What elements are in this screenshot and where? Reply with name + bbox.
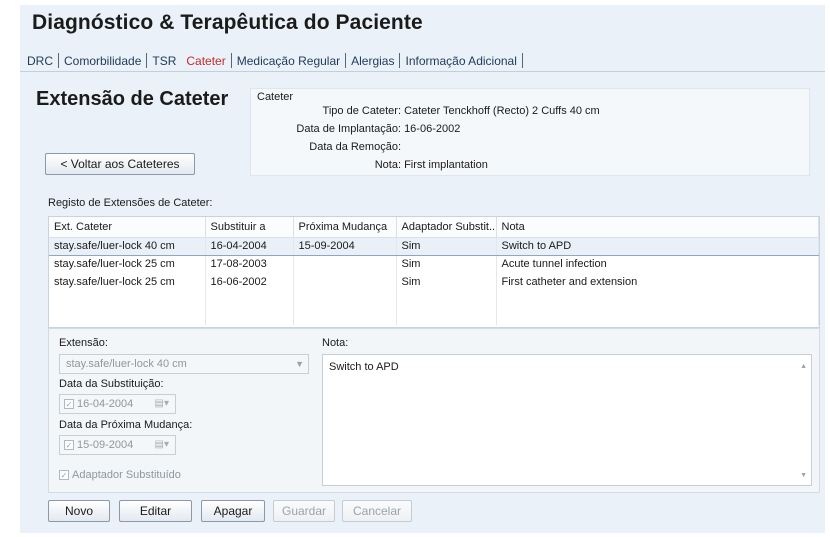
note-label: Nota: bbox=[322, 337, 349, 349]
table-cell bbox=[496, 291, 819, 325]
table-header: Ext. Cateter Substituir a Próxima Mudanç… bbox=[49, 217, 819, 238]
extension-label: Extensão: bbox=[59, 337, 108, 349]
note-textarea[interactable]: Switch to APD ▲ ▼ bbox=[322, 354, 812, 486]
table-cell: 16-04-2004 bbox=[205, 236, 294, 256]
column-header[interactable]: Adaptador Substit... bbox=[396, 217, 497, 238]
table-row[interactable]: stay.safe/luer-lock 25 cm 16-06-2002 Sim… bbox=[49, 273, 819, 291]
table-cell: Sim bbox=[396, 273, 497, 291]
table-cell: Sim bbox=[396, 255, 497, 273]
table-cell bbox=[205, 291, 294, 325]
table-cell: Sim bbox=[396, 236, 497, 256]
note-text: Switch to APD bbox=[329, 361, 399, 373]
adapter-replaced-checkbox[interactable]: ✓ Adaptador Substituído bbox=[59, 469, 181, 481]
table-row[interactable]: stay.safe/luer-lock 25 cm 17-08-2003 Sim… bbox=[49, 255, 819, 273]
next-change-date-value: 15-09-2004 bbox=[77, 439, 134, 451]
extension-select-value: stay.safe/luer-lock 40 cm bbox=[66, 358, 187, 370]
removal-date-label: Data da Remoção: bbox=[309, 141, 401, 153]
table-cell: 16-06-2002 bbox=[205, 273, 294, 291]
tab-comorbilidade[interactable]: Comorbilidade bbox=[59, 53, 146, 69]
removal-date-row: Data da Remoção: bbox=[251, 141, 401, 153]
implant-date-label: Data de Implantação: bbox=[296, 123, 401, 135]
tab-cateter[interactable]: Cateter bbox=[181, 53, 230, 69]
checkbox-icon[interactable]: ✓ bbox=[64, 440, 74, 451]
table-cell: stay.safe/luer-lock 25 cm bbox=[49, 255, 206, 273]
calendar-dropdown-icon[interactable]: ▤▾ bbox=[155, 436, 169, 454]
column-header[interactable]: Nota bbox=[496, 217, 819, 238]
calendar-dropdown-icon[interactable]: ▤▾ bbox=[155, 395, 169, 413]
catheter-note-value: First implantation bbox=[404, 159, 488, 171]
table-cell: Switch to APD bbox=[496, 236, 819, 256]
table-cell bbox=[293, 255, 397, 273]
tab-drc[interactable]: DRC bbox=[22, 53, 58, 69]
column-header[interactable]: Substituir a bbox=[205, 217, 294, 238]
table-cell bbox=[396, 291, 497, 325]
table-cell: stay.safe/luer-lock 25 cm bbox=[49, 273, 206, 291]
implant-date-row: Data de Implantação: 16-06-2002 bbox=[251, 123, 460, 135]
table-row-empty bbox=[49, 291, 819, 325]
next-change-date-picker[interactable]: ✓ 15-09-2004 ▤▾ bbox=[59, 435, 176, 455]
tab-tsr[interactable]: TSR bbox=[147, 53, 181, 69]
extension-panel: Extensão de Cateter Cateter Tipo de Cate… bbox=[32, 80, 822, 525]
tab-medicacao-regular[interactable]: Medicação Regular bbox=[232, 53, 345, 69]
tab-bar: DRC Comorbilidade TSR Cateter Medicação … bbox=[20, 50, 825, 72]
table-cell: Acute tunnel infection bbox=[496, 255, 819, 273]
substitution-date-value: 16-04-2004 bbox=[77, 398, 134, 410]
catheter-info-box: Cateter Tipo de Cateter: Cateter Tenckho… bbox=[250, 88, 810, 176]
back-to-catheters-button[interactable]: < Voltar aos Cateteres bbox=[45, 153, 195, 175]
chevron-down-icon: ▼ bbox=[295, 359, 304, 369]
new-button[interactable]: Novo bbox=[48, 500, 110, 522]
cancel-button[interactable]: Cancelar bbox=[342, 500, 412, 522]
next-change-date-label: Data da Próxima Mudança: bbox=[59, 419, 193, 431]
delete-button[interactable]: Apagar bbox=[201, 500, 265, 522]
catheter-legend: Cateter bbox=[257, 91, 294, 103]
extensions-table: Ext. Cateter Substituir a Próxima Mudanç… bbox=[48, 216, 820, 328]
tab-alergias[interactable]: Alergias bbox=[346, 53, 399, 69]
extension-detail-form: Extensão: stay.safe/luer-lock 40 cm ▼ Da… bbox=[48, 328, 820, 493]
table-cell: First catheter and extension bbox=[496, 273, 819, 291]
window: Diagnóstico & Terapêutica do Paciente DR… bbox=[20, 5, 825, 533]
substitution-date-label: Data da Substituição: bbox=[59, 378, 164, 390]
checkbox-icon[interactable]: ✓ bbox=[59, 470, 69, 481]
table-cell bbox=[293, 273, 397, 291]
tab-separator bbox=[521, 53, 523, 68]
column-header[interactable]: Próxima Mudança bbox=[293, 217, 397, 238]
scroll-up-icon[interactable]: ▲ bbox=[800, 363, 807, 370]
extension-select[interactable]: stay.safe/luer-lock 40 cm ▼ bbox=[59, 354, 309, 374]
catheter-type-label: Tipo de Cateter: bbox=[322, 105, 401, 117]
registry-label: Registo de Extensões de Cateter: bbox=[48, 197, 213, 209]
section-title: Extensão de Cateter bbox=[36, 88, 229, 110]
table-cell: 17-08-2003 bbox=[205, 255, 294, 273]
table-row[interactable]: stay.safe/luer-lock 40 cm 16-04-2004 15-… bbox=[49, 236, 819, 256]
catheter-type-row: Tipo de Cateter: Cateter Tenckhoff (Rect… bbox=[251, 105, 600, 117]
adapter-replaced-label: Adaptador Substituído bbox=[72, 469, 181, 481]
checkbox-icon[interactable]: ✓ bbox=[64, 399, 74, 410]
implant-date-value: 16-06-2002 bbox=[404, 123, 461, 135]
table-cell bbox=[293, 291, 397, 325]
catheter-type-value: Cateter Tenckhoff (Recto) 2 Cuffs 40 cm bbox=[404, 105, 600, 117]
save-button[interactable]: Guardar bbox=[273, 500, 335, 522]
scroll-down-icon[interactable]: ▼ bbox=[800, 472, 807, 479]
catheter-note-label: Nota: bbox=[374, 159, 401, 171]
tab-informacao-adicional[interactable]: Informação Adicional bbox=[400, 53, 521, 69]
table-cell bbox=[49, 291, 206, 325]
table-cell: stay.safe/luer-lock 40 cm bbox=[49, 236, 206, 256]
column-header[interactable]: Ext. Cateter bbox=[49, 217, 206, 238]
edit-button[interactable]: Editar bbox=[119, 500, 192, 522]
page-title: Diagnóstico & Terapêutica do Paciente bbox=[32, 11, 423, 34]
table-cell: 15-09-2004 bbox=[293, 236, 397, 256]
catheter-note-row: Nota: First implantation bbox=[251, 159, 488, 171]
substitution-date-picker[interactable]: ✓ 16-04-2004 ▤▾ bbox=[59, 394, 176, 414]
